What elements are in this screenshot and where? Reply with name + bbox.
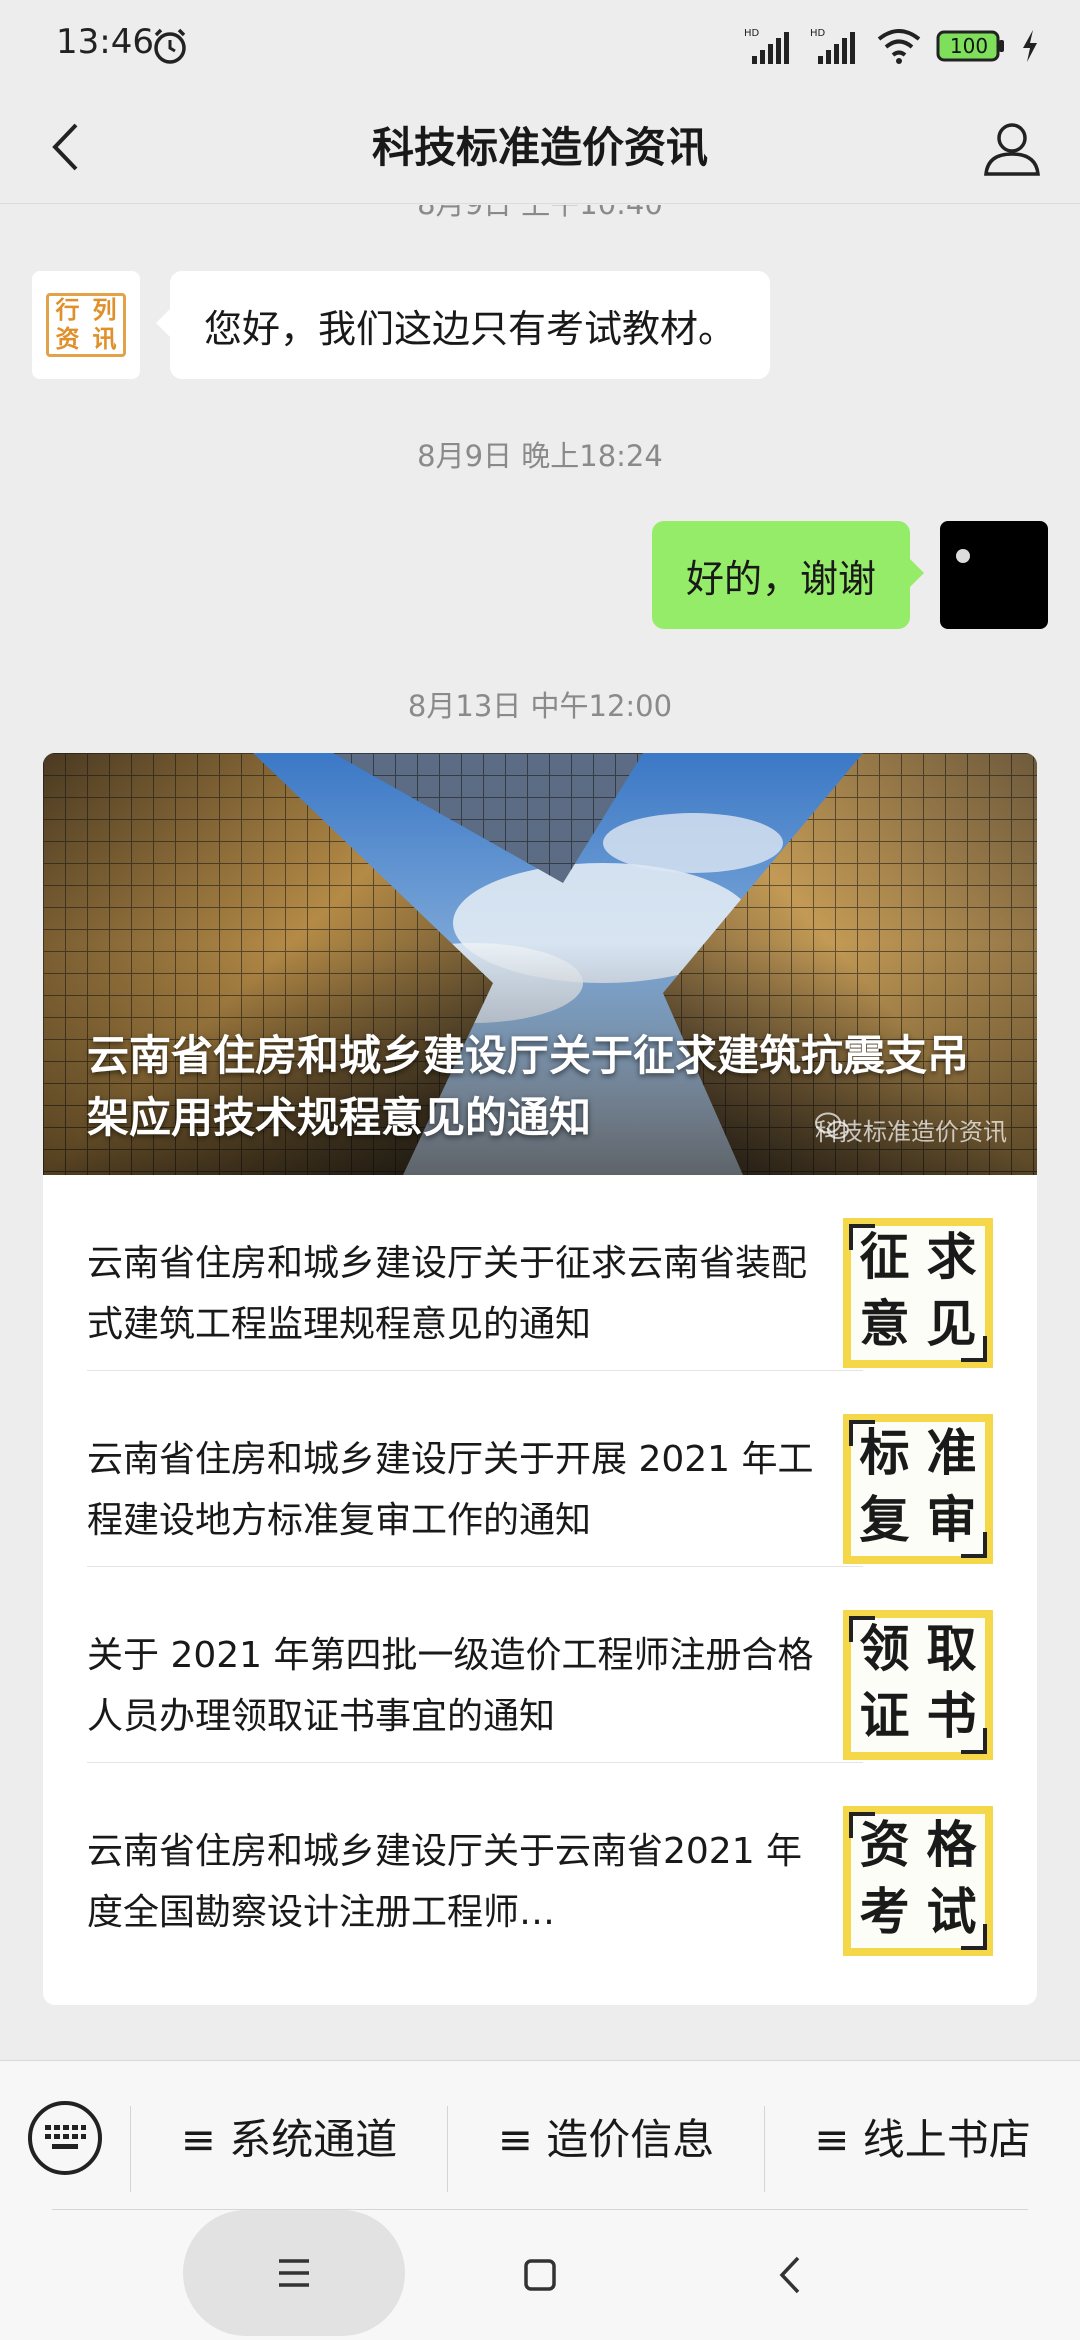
- cover-article[interactable]: 云南省住房和城乡建设厅关于征求建筑抗震支吊架应用技术规程意见的通知 科技标准造价…: [43, 753, 1037, 1175]
- cover-watermark: 科技标准造价资讯: [815, 1112, 1007, 1147]
- signal-icon-2: HD: [810, 28, 855, 64]
- menu-cost-info[interactable]: ≡ 造价信息: [448, 2061, 764, 2211]
- wechat-icon: [815, 1112, 849, 1139]
- nav-menu-button[interactable]: [183, 2210, 405, 2336]
- article-list-item[interactable]: 云南省住房和城乡建设厅关于征求云南省装配式建筑工程监理规程意见的通知 征求 意见: [87, 1175, 993, 1371]
- account-menu-bar: ≡ 系统通道 ≡ 造价信息 ≡ 线上书店: [0, 2060, 1080, 2210]
- status-icons: HD HD 100: [744, 24, 1040, 68]
- article-title: 云南省住房和城乡建设厅关于征求云南省装配式建筑工程监理规程意见的通知: [87, 1243, 808, 1345]
- status-bar: 13:46 HD HD 100: [0, 0, 1080, 90]
- alarm-clock-icon: [154, 28, 186, 64]
- timestamp: 8月13日 中午12:00: [407, 689, 673, 723]
- signal-icon: HD: [744, 28, 789, 64]
- square-icon: [524, 2259, 556, 2291]
- article-thumbnail: 资格 考试: [843, 1806, 993, 1956]
- article-card: 云南省住房和城乡建设厅关于征求建筑抗震支吊架应用技术规程意见的通知 科技标准造价…: [43, 753, 1037, 2005]
- svg-text:HD: HD: [744, 28, 760, 39]
- title-bar: 科技标准造价资讯: [0, 90, 1080, 204]
- article-thumbnail: 标准 复审: [843, 1414, 993, 1564]
- page-title: 科技标准造价资讯: [371, 123, 708, 172]
- charging-icon: [1023, 30, 1037, 62]
- keyboard-icon: [45, 2125, 86, 2149]
- svg-text:HD: HD: [810, 28, 826, 39]
- article-list-item[interactable]: 云南省住房和城乡建设厅关于开展 2021 年工程建设地方标准复审工作的通知 标准…: [87, 1371, 993, 1567]
- nav-back-button[interactable]: [770, 2252, 810, 2298]
- battery-level: 100: [949, 34, 989, 58]
- outgoing-message-bubble[interactable]: 好的，谢谢: [651, 521, 925, 629]
- chevron-left-icon: [779, 2256, 800, 2294]
- article-title: 云南省住房和城乡建设厅关于开展 2021 年工程建设地方标准复审工作的通知: [87, 1439, 814, 1541]
- chat-area[interactable]: 8月9日 上午10:40 行 列 资 讯 您好，我们这边只有考试教材。 8月9日…: [0, 205, 1080, 2060]
- article-list-item[interactable]: 云南省住房和城乡建设厅关于云南省2021 年度全国勘察设计注册工程师… 资格 考…: [87, 1763, 993, 1959]
- system-navigation-bar: [0, 2210, 1080, 2340]
- article-thumbnail: 领取 证书: [843, 1610, 993, 1760]
- account-profile-button[interactable]: [974, 110, 1050, 186]
- user-avatar[interactable]: [940, 521, 1048, 629]
- account-logo: 行 列 资 讯: [46, 293, 126, 357]
- hamburger-icon: [279, 2259, 309, 2287]
- wifi-icon: [877, 29, 921, 64]
- timestamp: 8月9日 上午10:40: [0, 205, 1080, 223]
- article-list-item[interactable]: 关于 2021 年第四批一级造价工程师注册合格人员办理领取证书事宜的通知 领取 …: [87, 1567, 993, 1763]
- menu-online-bookstore[interactable]: ≡ 线上书店: [765, 2061, 1080, 2211]
- battery-icon: 100: [936, 29, 1006, 63]
- official-account-avatar[interactable]: 行 列 资 讯: [32, 271, 140, 379]
- person-icon: [984, 123, 1040, 176]
- article-thumbnail: 征求 意见: [843, 1218, 993, 1368]
- incoming-message-bubble[interactable]: 您好，我们这边只有考试教材。: [155, 271, 771, 379]
- menu-system-channel[interactable]: ≡ 系统通道: [131, 2061, 447, 2211]
- keyboard-toggle-button[interactable]: [28, 2101, 102, 2175]
- timestamp: 8月9日 晚上18:24: [417, 439, 663, 473]
- article-title: 关于 2021 年第四批一级造价工程师注册合格人员办理领取证书事宜的通知: [87, 1635, 814, 1737]
- nav-home-button[interactable]: [520, 2255, 560, 2295]
- status-time: 13:46: [56, 22, 154, 62]
- article-title: 云南省住房和城乡建设厅关于云南省2021 年度全国勘察设计注册工程师…: [87, 1831, 803, 1933]
